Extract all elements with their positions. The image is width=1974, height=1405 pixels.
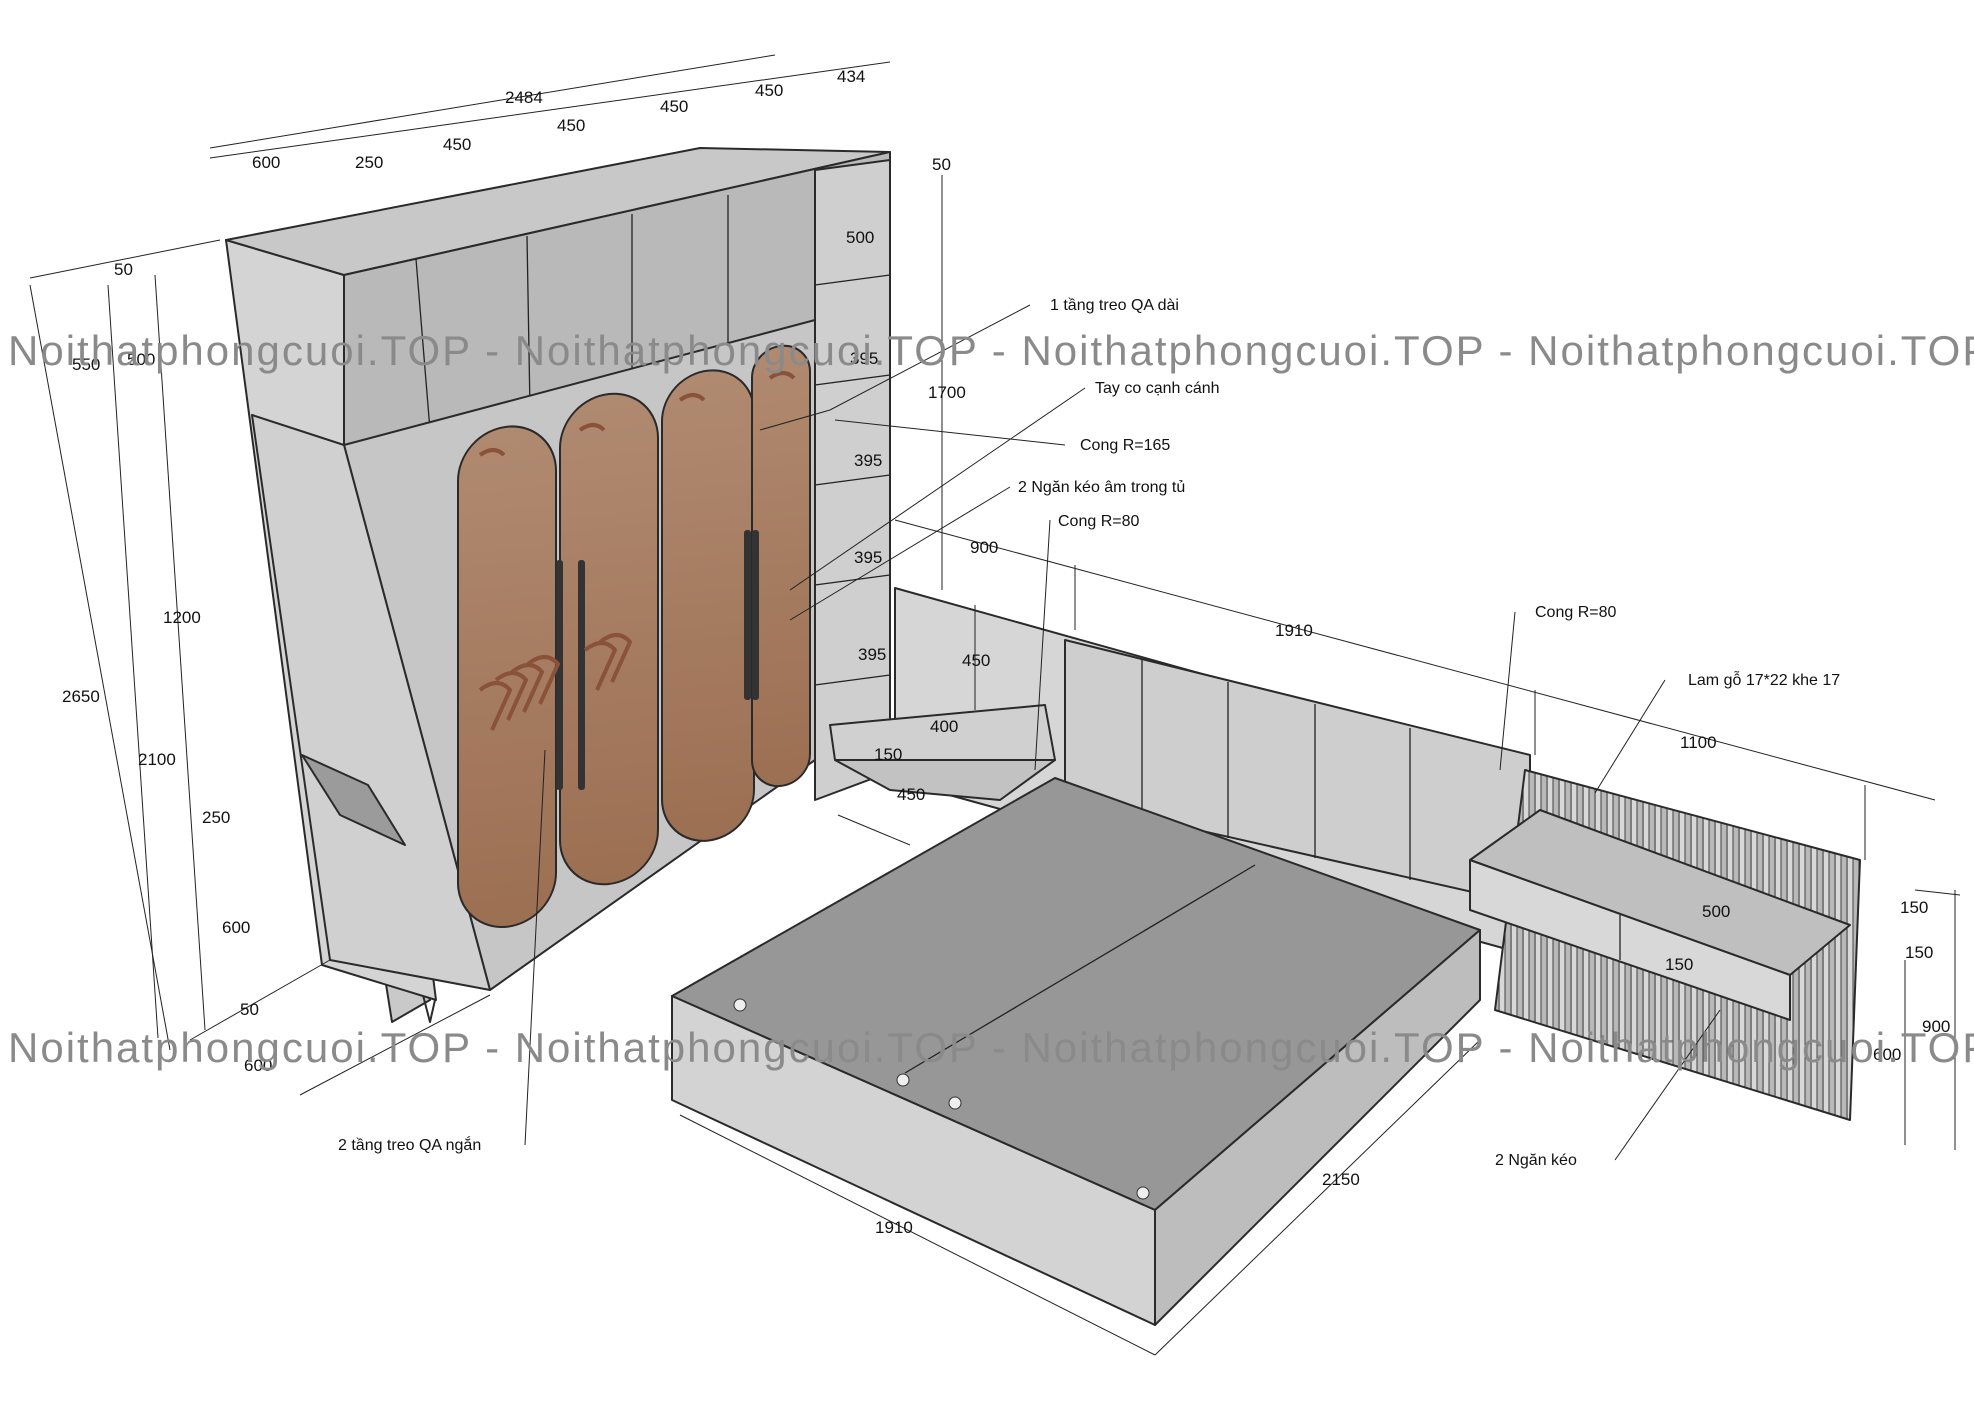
handle-left[interactable] <box>556 560 563 790</box>
dim-150-inner: 150 <box>1665 955 1693 974</box>
note-short-hang: 2 tầng treo QA ngắn <box>338 1135 481 1154</box>
dim-250-side: 250 <box>202 808 230 827</box>
dim-2100: 2100 <box>138 750 176 769</box>
note-hidden-drawers: 2 Ngăn kéo âm trong tủ <box>1018 479 1185 496</box>
glass-door-3[interactable] <box>661 366 755 846</box>
glass-door-2[interactable] <box>559 389 659 889</box>
dim-600-side: 600 <box>222 918 250 937</box>
dim-395-4: 395 <box>858 645 886 664</box>
note-curve-80-a: Cong R=80 <box>1058 513 1139 530</box>
watermark-top: Noithatphongcuoi.TOP - Noithatphongcuoi.… <box>8 327 1974 374</box>
dim-150-bench: 150 <box>874 745 902 764</box>
note-drawers: 2 Ngăn kéo <box>1495 1152 1577 1169</box>
note-long-hang: 1 tầng treo QA dài <box>1050 297 1179 314</box>
dim-1910-bed: 1910 <box>875 1218 913 1237</box>
dim-600-top: 600 <box>252 153 280 172</box>
isometric-diagram: 2484 600 250 450 450 450 450 434 50 50 5… <box>8 54 1974 1356</box>
dim-1700: 1700 <box>928 383 966 402</box>
glass-door-4[interactable] <box>751 343 811 789</box>
dim-400: 400 <box>930 717 958 736</box>
dim-150-mid: 150 <box>1905 943 1933 962</box>
furniture-drawing: 2484 600 250 450 450 450 450 434 50 50 5… <box>0 0 1974 1400</box>
dim-50-left: 50 <box>114 260 133 279</box>
dim-450-d: 450 <box>755 81 783 100</box>
dim-50-right: 50 <box>932 155 951 174</box>
dim-450-bench: 450 <box>962 651 990 670</box>
dim-450-c: 450 <box>660 97 688 116</box>
dim-150-top: 150 <box>1900 898 1928 917</box>
dim-1910-head: 1910 <box>1275 621 1313 640</box>
dim-1200: 1200 <box>163 608 201 627</box>
dim-2650: 2650 <box>62 687 100 706</box>
handle-right[interactable] <box>578 560 585 790</box>
dim-395-3: 395 <box>854 548 882 567</box>
handle-4[interactable] <box>752 530 759 700</box>
dim-450-depth: 450 <box>897 785 925 804</box>
dim-450-b: 450 <box>557 116 585 135</box>
dim-395-2: 395 <box>854 451 882 470</box>
dim-2484: 2484 <box>505 88 543 107</box>
watermark-bottom: Noithatphongcuoi.TOP - Noithatphongcuoi.… <box>8 1024 1974 1071</box>
wardrobe <box>225 147 891 1023</box>
dim-434: 434 <box>837 67 865 86</box>
dim-1100: 1100 <box>1680 733 1717 752</box>
dim-250-top: 250 <box>355 153 383 172</box>
note-curve-165: Cong R=165 <box>1080 437 1170 454</box>
dim-50-base: 50 <box>240 1000 259 1019</box>
dim-450-a: 450 <box>443 135 471 154</box>
handle-3[interactable] <box>744 530 751 700</box>
dim-500-ns: 500 <box>1702 902 1730 921</box>
note-curve-80-b: Cong R=80 <box>1535 604 1616 621</box>
note-edge-handle: Tay co cạnh cánh <box>1095 380 1220 397</box>
dim-2150: 2150 <box>1322 1170 1360 1189</box>
dim-900: 900 <box>970 538 998 557</box>
dim-500-shelf: 500 <box>846 228 874 247</box>
note-slats: Lam gỗ 17*22 khe 17 <box>1688 670 1840 689</box>
